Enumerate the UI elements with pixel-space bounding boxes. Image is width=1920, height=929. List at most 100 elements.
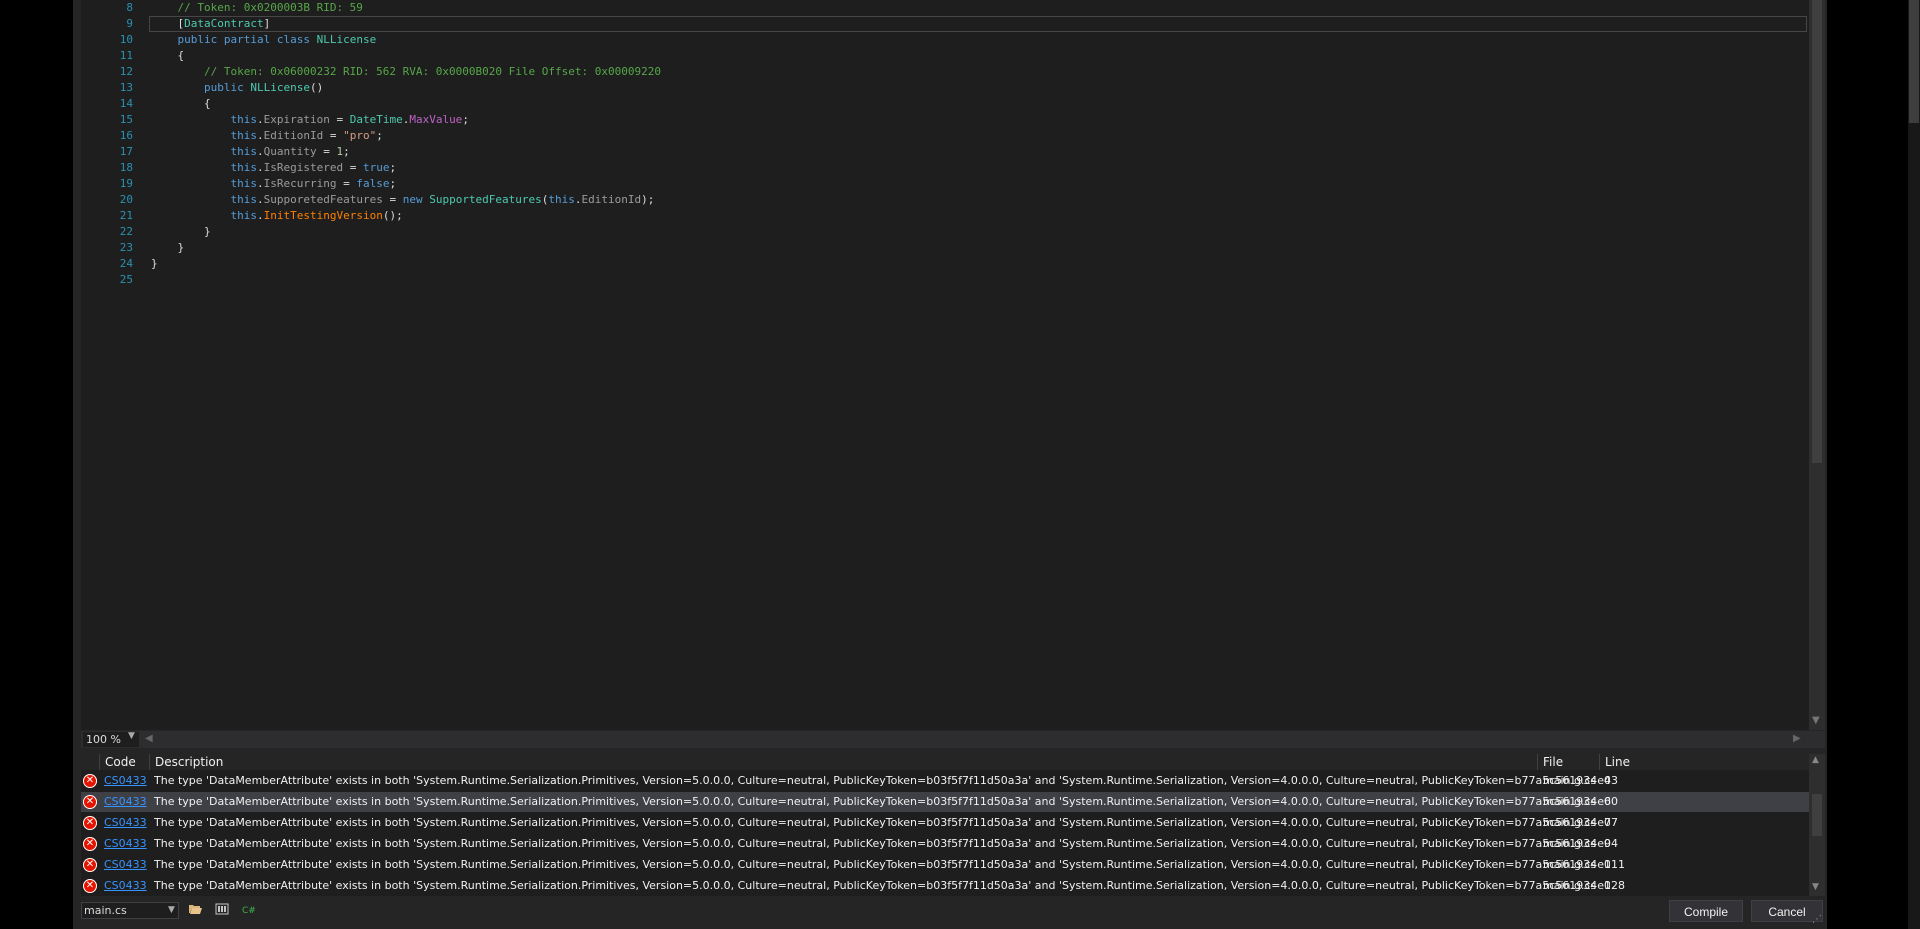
error-description: The type 'DataMemberAttribute' exists in… — [154, 879, 1610, 892]
error-code-link[interactable]: CS0433 — [104, 792, 147, 812]
line-number: 16 — [119, 129, 133, 142]
desktop-scrollbar[interactable] — [1908, 0, 1920, 929]
error-file: main.g.cs — [1543, 858, 1597, 871]
code-token: NLLicense — [250, 81, 310, 94]
code-token: = — [382, 193, 403, 206]
code-token: () — [309, 81, 324, 94]
error-row[interactable]: ✕ CS0433 The type 'DataMemberAttribute' ex… — [81, 855, 1809, 875]
zoom-level-value: 100 % — [86, 733, 121, 746]
scroll-up-icon[interactable]: ▲ — [1812, 755, 1819, 765]
code-token: } — [151, 241, 185, 254]
code-line: 14 { — [81, 96, 1809, 112]
error-code-link[interactable]: CS0433 — [104, 876, 147, 896]
code-text: this.EditionId = "pro"; — [151, 128, 383, 144]
column-header-file[interactable]: File — [1537, 754, 1599, 770]
column-header-description[interactable]: Description — [149, 754, 1538, 770]
error-code-link[interactable]: CS0433 — [104, 834, 147, 854]
error-row[interactable]: ✕ CS0433 The type 'DataMemberAttribute' ex… — [81, 834, 1809, 854]
scroll-down-icon[interactable]: ▼ — [1812, 882, 1819, 892]
file-select[interactable]: main.cs — [81, 902, 179, 919]
error-row[interactable]: ✕ CS0433 The type 'DataMemberAttribute' ex… — [81, 876, 1809, 896]
error-description: The type 'DataMemberAttribute' exists in… — [154, 774, 1610, 787]
code-token: // Token: 0x06000232 RID: 562 RVA: 0x000… — [203, 65, 661, 78]
error-file: main.g.cs — [1543, 816, 1597, 829]
code-token: this — [230, 161, 257, 174]
code-token: // Token: 0x0200003B RID: 59 — [177, 1, 363, 14]
code-token: this — [230, 193, 257, 206]
code-token: true — [362, 161, 390, 174]
code-token: MaxValue — [409, 113, 463, 126]
code-token: NLLicense — [316, 33, 377, 46]
folder-open-icon[interactable] — [187, 903, 203, 919]
code-token: . — [256, 161, 264, 174]
line-number: 18 — [119, 161, 133, 174]
error-description: The type 'DataMemberAttribute' exists in… — [154, 816, 1610, 829]
line-number: 11 — [119, 49, 133, 62]
column-header-line-label: Line — [1605, 755, 1631, 769]
scroll-right-icon[interactable]: ▶ — [1793, 733, 1801, 744]
code-token: EditionId — [263, 129, 324, 142]
editor-status-row: 100 % ▼ ◀ ▶ — [81, 731, 1825, 748]
code-token: (); — [382, 209, 403, 222]
code-token: ; — [462, 113, 469, 126]
svg-text:C#: C# — [242, 906, 256, 915]
error-icon: ✕ — [83, 774, 97, 788]
code-token: this — [548, 193, 575, 206]
line-number: 9 — [126, 17, 133, 30]
code-line: 11 { — [81, 48, 1809, 64]
chevron-down-icon[interactable]: ▼ — [168, 905, 175, 915]
code-token: this — [230, 209, 257, 222]
error-row[interactable]: ✕ CS0433 The type 'DataMemberAttribute' ex… — [81, 813, 1809, 833]
compile-button[interactable]: Compile — [1669, 900, 1743, 922]
code-text: this.SupporetedFeatures = new SupportedF… — [151, 192, 654, 208]
chevron-down-icon[interactable]: ▼ — [128, 731, 135, 741]
error-row[interactable]: ✕ CS0433 The type 'DataMemberAttribute' ex… — [81, 792, 1809, 812]
code-token: IsRecurring — [263, 177, 337, 190]
code-token: DataContract — [184, 17, 264, 30]
error-list-scrollbar[interactable]: ▲ ▼ — [1809, 754, 1825, 896]
line-number: 13 — [119, 81, 133, 94]
error-line: 43 — [1604, 774, 1618, 787]
error-line: 128 — [1604, 879, 1625, 892]
code-token: . — [256, 129, 264, 142]
editor-scroll-down-icon[interactable]: ▼ — [1812, 715, 1820, 726]
csharp-icon[interactable]: C# — [241, 903, 257, 919]
line-number: 15 — [119, 113, 133, 126]
line-number: 25 — [119, 273, 133, 286]
line-number: 8 — [126, 1, 133, 14]
code-token: this — [230, 177, 257, 190]
error-code-link[interactable]: CS0433 — [104, 813, 147, 833]
code-editor[interactable]: 8 // Token: 0x0200003B RID: 59 9 [DataCon… — [81, 0, 1809, 730]
column-header-code[interactable]: Code — [99, 754, 154, 770]
code-token: . — [256, 145, 264, 158]
column-header-line[interactable]: Line — [1599, 754, 1631, 770]
desktop-scrollbar-thumb[interactable] — [1909, 0, 1919, 123]
error-file: main.g.cs — [1543, 795, 1597, 808]
code-token: . — [256, 209, 264, 222]
error-line: 60 — [1604, 795, 1618, 808]
code-text: this.IsRecurring = false; — [151, 176, 396, 192]
code-token: . — [256, 177, 264, 190]
code-token: { — [151, 49, 185, 62]
scroll-left-icon[interactable]: ◀ — [145, 733, 153, 744]
code-token: partial — [223, 33, 271, 46]
editor-scrollbar-thumb[interactable] — [1812, 0, 1822, 463]
resize-grip-icon[interactable]: ⋰ — [1812, 914, 1822, 925]
error-code-link[interactable]: CS0433 — [104, 771, 147, 791]
line-number: 23 — [119, 241, 133, 254]
assembly-explorer-icon[interactable] — [214, 903, 230, 919]
error-code-link[interactable]: CS0433 — [104, 855, 147, 875]
error-list-scrollbar-thumb[interactable] — [1812, 794, 1822, 836]
code-token: ; — [389, 161, 397, 174]
code-text: this.InitTestingVersion(); — [151, 208, 403, 224]
column-header-code-label: Code — [105, 755, 136, 769]
code-token: ; — [376, 129, 383, 142]
code-token: DateTime — [349, 113, 403, 126]
error-row[interactable]: ✕ CS0433 The type 'DataMemberAttribute' ex… — [81, 771, 1809, 791]
code-token: SupportedFeatures — [429, 193, 542, 206]
code-line: 15 this.Expiration = DateTime.MaxValue; — [81, 112, 1809, 128]
